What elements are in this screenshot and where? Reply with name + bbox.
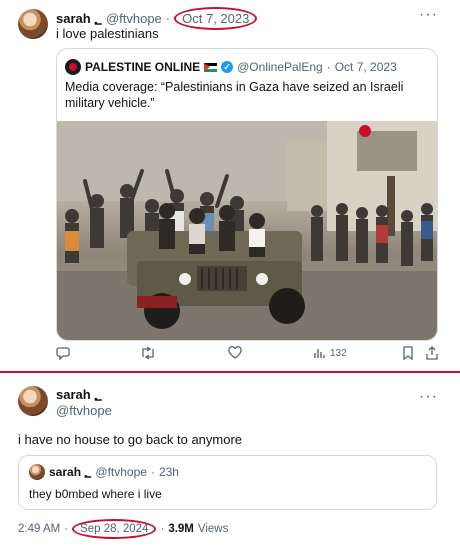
quoted-display-name[interactable]: PALESTINE ONLINE [85,60,200,74]
crowd-vehicle-photo [57,121,437,340]
red-divider [0,371,460,373]
tweet-date[interactable]: Oct 7, 2023 [174,7,258,30]
separator: · [165,11,171,26]
separator: · [326,60,331,74]
avatar[interactable] [29,464,45,480]
user-handle[interactable]: @ftvhope [56,403,112,418]
verified-badge-icon: ✓ [221,61,234,73]
quoted-tweet-age[interactable]: 23h [159,465,179,479]
quoted-tweet[interactable]: PALESTINE ONLINE ✓ @OnlinePalEng · Oct 7… [56,48,438,341]
retweet-icon[interactable] [140,344,156,362]
views-button[interactable]: 132 [314,344,347,362]
more-options-icon[interactable]: ··· [419,388,438,406]
tweet-time[interactable]: 2:49 AM [18,523,60,535]
avatar[interactable] [18,9,48,39]
quoted-user-handle[interactable]: @ftvhope [95,465,147,479]
views-count: 132 [330,347,347,359]
like-icon[interactable] [228,344,242,362]
display-name[interactable]: sarah ؂ [56,11,102,27]
tweet-date[interactable]: Sep 28, 2024 [72,519,157,539]
tweet-header: sarah ؂ @ftvhope [56,387,112,418]
tweet-action-bar: 132 [56,344,440,362]
tweet-metadata: 2:49 AM · Sep 28, 2024 · 3.9M Views [18,519,228,539]
avatar[interactable] [18,386,48,416]
reply-icon[interactable] [56,344,70,362]
views-count[interactable]: 3.9M [168,523,194,535]
palestine-flag-icon [204,62,218,72]
quoted-tweet-header: PALESTINE ONLINE ✓ @OnlinePalEng · Oct 7… [65,59,397,75]
display-name[interactable]: sarah ؂ [56,387,112,403]
bookmark-icon[interactable] [402,344,414,362]
views-label: Views [197,523,229,535]
more-options-icon[interactable]: ··· [419,6,438,24]
share-icon[interactable] [426,344,438,362]
separator: · [64,523,69,535]
views-icon [314,349,325,358]
quoted-tweet-date[interactable]: Oct 7, 2023 [335,60,397,74]
account-logo-icon[interactable] [65,59,81,75]
quoted-display-name[interactable]: sarah ؂ [49,465,91,479]
quoted-tweet-text: Media coverage: “Palestinians in Gaza ha… [65,80,404,110]
tweet-text: i love palestinians [56,26,159,41]
tweet-text: i have no house to go back to anymore [18,432,243,447]
quoted-tweet-header: sarah ؂ @ftvhope · 23h [49,465,179,479]
user-handle[interactable]: @ftvhope [106,11,162,26]
quoted-tweet-text: they b0mbed where i live [29,487,162,501]
quoted-user-handle[interactable]: @OnlinePalEng [237,60,323,74]
quoted-tweet[interactable]: sarah ؂ @ftvhope · 23h they b0mbed where… [18,455,437,510]
separator: · [150,465,155,479]
separator: · [160,523,165,535]
tweet-photo[interactable] [57,121,437,340]
